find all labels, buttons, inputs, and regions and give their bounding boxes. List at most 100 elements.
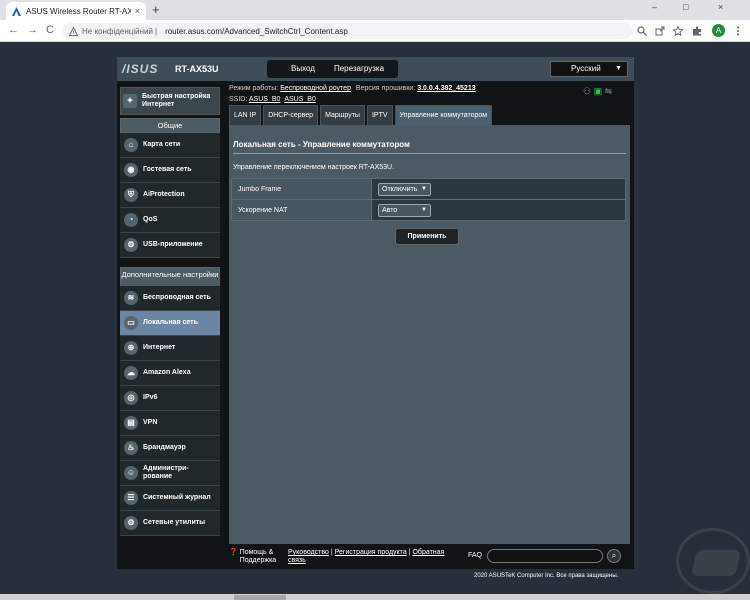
watermark-logo-inner (691, 550, 741, 576)
status-icons: ⚇ ▣ ⇋ (583, 86, 612, 97)
sidebar-item-vpn[interactable]: ▤ VPN (120, 411, 220, 436)
tab-routes[interactable]: Маршруты (320, 105, 365, 125)
warning-icon[interactable] (69, 26, 78, 36)
url-text[interactable]: router.asus.com/Advanced_SwitchCtrl_Cont… (165, 27, 348, 36)
manual-link[interactable]: Руководство (288, 549, 329, 556)
sidebar-item-syslog[interactable]: ☰ Системный журнал (120, 486, 220, 511)
menu-icon[interactable] (736, 26, 740, 36)
close-tab-icon[interactable]: × (135, 6, 140, 16)
sidebar-item-label: Системный журнал (143, 494, 211, 501)
ssid-value-2[interactable]: ASUS_B0 (284, 96, 316, 103)
sidebar-item-label: VPN (143, 419, 158, 426)
ssid-value-1[interactable]: ASUS_B0 (249, 96, 281, 103)
maximize-icon[interactable]: □ (683, 2, 688, 12)
network-map-icon: ⌂ (124, 138, 138, 152)
nat-acceleration-select[interactable]: Авто ▼ (378, 203, 431, 217)
jumbo-frame-select[interactable]: Отключить ▼ (378, 182, 431, 196)
sidebar-item-label: AiProtection (143, 191, 185, 198)
apply-button[interactable]: Применить (395, 228, 459, 245)
new-tab-icon[interactable]: + (152, 3, 160, 16)
sidebar-item-label: Администри-рование (143, 465, 189, 480)
minimize-icon[interactable]: – (652, 2, 657, 12)
nat-acceleration-label: Ускорение NAT (231, 199, 372, 221)
ssid-label: SSID: (229, 96, 248, 103)
language-select[interactable]: Русский ▼ (550, 61, 628, 77)
sidebar-item-guest-network[interactable]: ◉ Гостевая сеть (120, 158, 220, 183)
footer-links: Руководство | Регистрация продукта | Обрат… (288, 549, 445, 564)
alexa-icon: ☁ (124, 366, 138, 380)
jumbo-frame-label: Jumbo Frame (231, 178, 372, 200)
product-registration-link[interactable]: Регистрация продукта (335, 549, 407, 556)
sidebar-item-network-map[interactable]: ⌂ Карта сети (120, 133, 220, 158)
firmware-value[interactable]: 3.0.0.4.382_45213 (417, 85, 475, 92)
sidebar-item-tools[interactable]: ⚙ Сетевые утилиты (120, 511, 220, 536)
log-icon: ☰ (124, 491, 138, 505)
quick-setup-button[interactable]: ✦ Быстрая настройка Интернет (120, 87, 220, 115)
chevron-down-icon: ▼ (615, 65, 622, 72)
browser-toolbar: ← → C Не конфіденційний | router.asus.co… (0, 20, 750, 42)
sidebar-item-label: IPv6 (143, 394, 158, 401)
back-icon[interactable]: ← (8, 24, 19, 36)
jumbo-frame-cell: Отключить ▼ (371, 178, 626, 200)
page-tabs: LAN IP DHCP-сервер Маршруты IPTV Управле… (229, 105, 494, 125)
quick-setup-label: Быстрая настройка Интернет (142, 93, 211, 108)
profile-avatar[interactable]: A (712, 24, 725, 37)
scrollbar-thumb[interactable] (234, 595, 286, 600)
quick-setup-icon: ✦ (123, 94, 137, 108)
search-icon[interactable]: ⌕ (607, 549, 621, 563)
language-value: Русский (571, 64, 601, 73)
star-icon[interactable] (673, 26, 683, 36)
sidebar-item-internet[interactable]: ⊕ Интернет (120, 336, 220, 361)
reload-icon[interactable]: C (46, 24, 54, 36)
qos-icon: ◔ (124, 213, 138, 227)
help-support[interactable]: ❓ Помощь & Поддержка (229, 549, 285, 565)
sidebar-item-label: Сетевые утилиты (143, 519, 206, 526)
tab-switch-control[interactable]: Управление коммутатором (394, 105, 493, 125)
address-bar[interactable]: Не конфіденційний | router.asus.com/Adva… (62, 23, 632, 39)
sidebar-item-usb[interactable]: ⚙ USB-приложение (120, 233, 220, 258)
router-header: /ISUS RT-AX53U Выход Перезагрузка Русски… (117, 57, 634, 81)
tab-lan-ip[interactable]: LAN IP (229, 105, 262, 125)
select-value: Отключить (382, 185, 418, 193)
sidebar-item-label: Гостевая сеть (143, 166, 192, 173)
security-label: Не конфіденційний (82, 26, 153, 36)
router-page: /ISUS RT-AX53U Выход Перезагрузка Русски… (117, 57, 634, 569)
nat-acceleration-cell: Авто ▼ (371, 199, 626, 221)
tab-iptv[interactable]: IPTV (366, 105, 393, 125)
address-separator: | (154, 26, 158, 36)
usb-status-icon[interactable]: ⇋ (605, 86, 613, 96)
reboot-button[interactable]: Перезагрузка (320, 60, 398, 78)
sidebar-item-qos[interactable]: ◔ QoS (120, 208, 220, 233)
page-title: Локальная сеть - Управление коммутатором (233, 140, 410, 149)
sidebar-item-lan[interactable]: ▭ Локальная сеть (120, 311, 220, 336)
sidebar-item-admin[interactable]: ☺ Администри-рование (120, 461, 220, 486)
close-window-icon[interactable]: × (718, 2, 723, 12)
zoom-icon[interactable] (637, 26, 647, 36)
guest-network-icon: ◉ (124, 163, 138, 177)
mode-value[interactable]: Беспроводной роутер (280, 85, 351, 92)
clients-icon[interactable]: ⚇ (583, 86, 591, 96)
share-icon[interactable] (655, 26, 665, 36)
firmware-label: Версия прошивки: (355, 85, 416, 92)
sidebar-item-alexa[interactable]: ☁ Amazon Alexa (120, 361, 220, 386)
browser-tab[interactable]: ASUS Wireless Router RT-AX53U × (6, 2, 146, 20)
sidebar-item-label: USB-приложение (143, 241, 203, 248)
forward-icon[interactable]: → (27, 24, 38, 36)
table-row: Jumbo Frame Отключить ▼ (231, 178, 626, 200)
sidebar-item-ipv6[interactable]: ◎ IPv6 (120, 386, 220, 411)
sidebar-item-label: Интернет (143, 344, 176, 351)
sidebar-item-firewall[interactable]: ♨ Брандмауэр (120, 436, 220, 461)
internet-status-icon[interactable]: ▣ (594, 86, 603, 96)
tab-dhcp-server[interactable]: DHCP-сервер (263, 105, 319, 125)
shield-icon: ⛨ (124, 188, 138, 202)
faq-search-input[interactable] (487, 549, 603, 563)
globe-icon: ⊕ (124, 341, 138, 355)
lan-icon: ▭ (124, 316, 138, 330)
sidebar-item-wireless[interactable]: ≋ Беспроводная сеть (120, 286, 220, 311)
vpn-icon: ▤ (124, 416, 138, 430)
sidebar-item-aiprotection[interactable]: ⛨ AiProtection (120, 183, 220, 208)
extensions-icon[interactable] (692, 26, 702, 36)
faq-label: FAQ (468, 552, 483, 559)
horizontal-scrollbar[interactable] (0, 594, 750, 600)
ipv6-icon: ◎ (124, 391, 138, 405)
